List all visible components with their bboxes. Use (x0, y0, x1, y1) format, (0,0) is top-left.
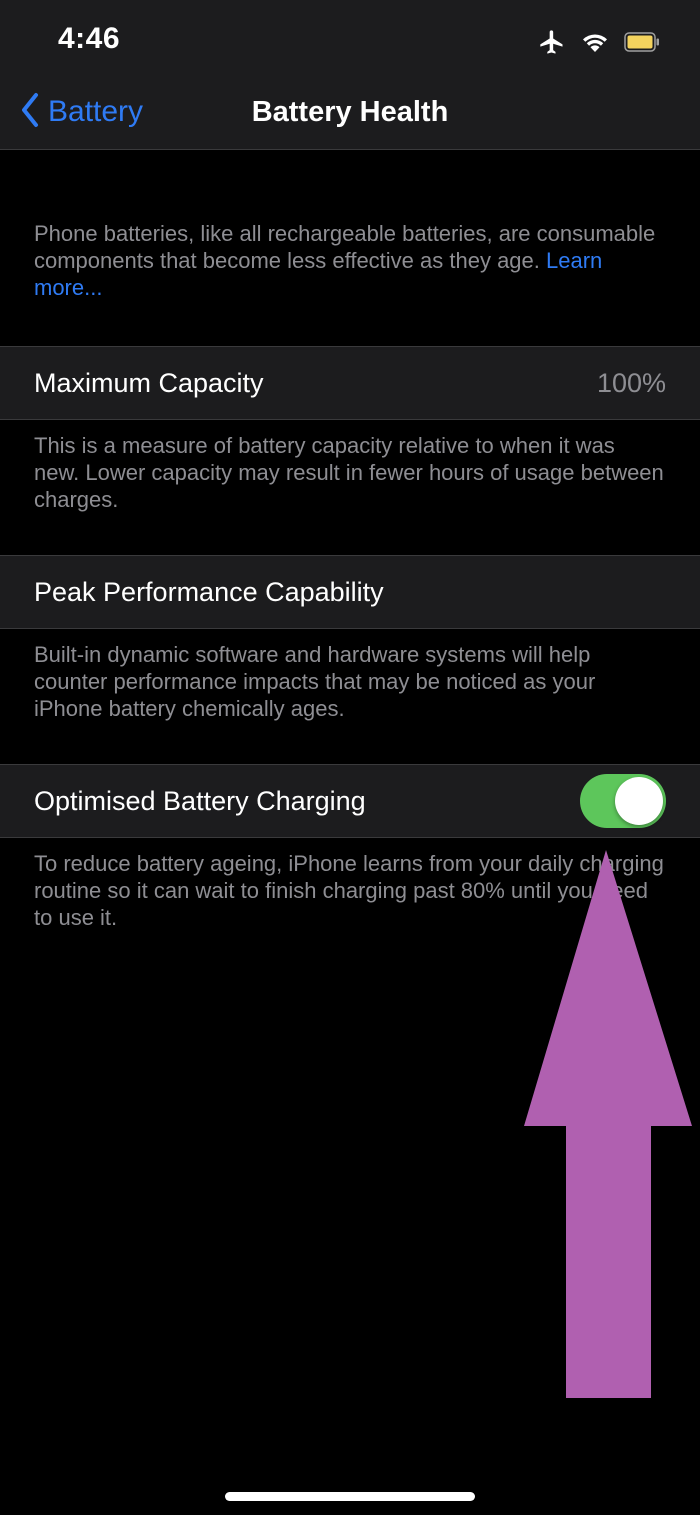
peak-performance-label: Peak Performance Capability (34, 576, 384, 607)
intro-description: Phone batteries, like all rechargeable b… (34, 220, 664, 301)
maximum-capacity-row: Maximum Capacity 100% (0, 346, 700, 420)
maximum-capacity-footnote: This is a measure of battery capacity re… (34, 433, 664, 512)
status-time: 4:46 (58, 22, 121, 55)
status-bar: 4:46 (0, 0, 700, 80)
home-indicator[interactable] (225, 1492, 475, 1501)
toggle-knob (615, 777, 663, 825)
peak-performance-footnote: Built-in dynamic software and hardware s… (34, 642, 596, 721)
page-title: Battery Health (251, 96, 449, 128)
optimised-charging-toggle[interactable] (580, 774, 666, 828)
optimised-charging-row: Optimised Battery Charging (0, 764, 700, 838)
header: 4:46 Battery Battery Health (0, 0, 700, 150)
battery-health-screen: 4:46 Battery Battery Health Phone batter… (0, 0, 700, 1515)
navigation-bar: Battery Battery Health (0, 80, 700, 150)
peak-performance-row: Peak Performance Capability (0, 555, 700, 629)
wifi-icon (580, 30, 610, 54)
optimised-charging-footnote: To reduce battery ageing, iPhone learns … (34, 851, 664, 930)
battery-icon (624, 32, 660, 52)
status-icons (538, 26, 660, 58)
maximum-capacity-value: 100% (596, 367, 666, 398)
optimised-charging-label: Optimised Battery Charging (34, 785, 366, 816)
maximum-capacity-label: Maximum Capacity (34, 367, 264, 398)
airplane-icon (538, 28, 566, 56)
